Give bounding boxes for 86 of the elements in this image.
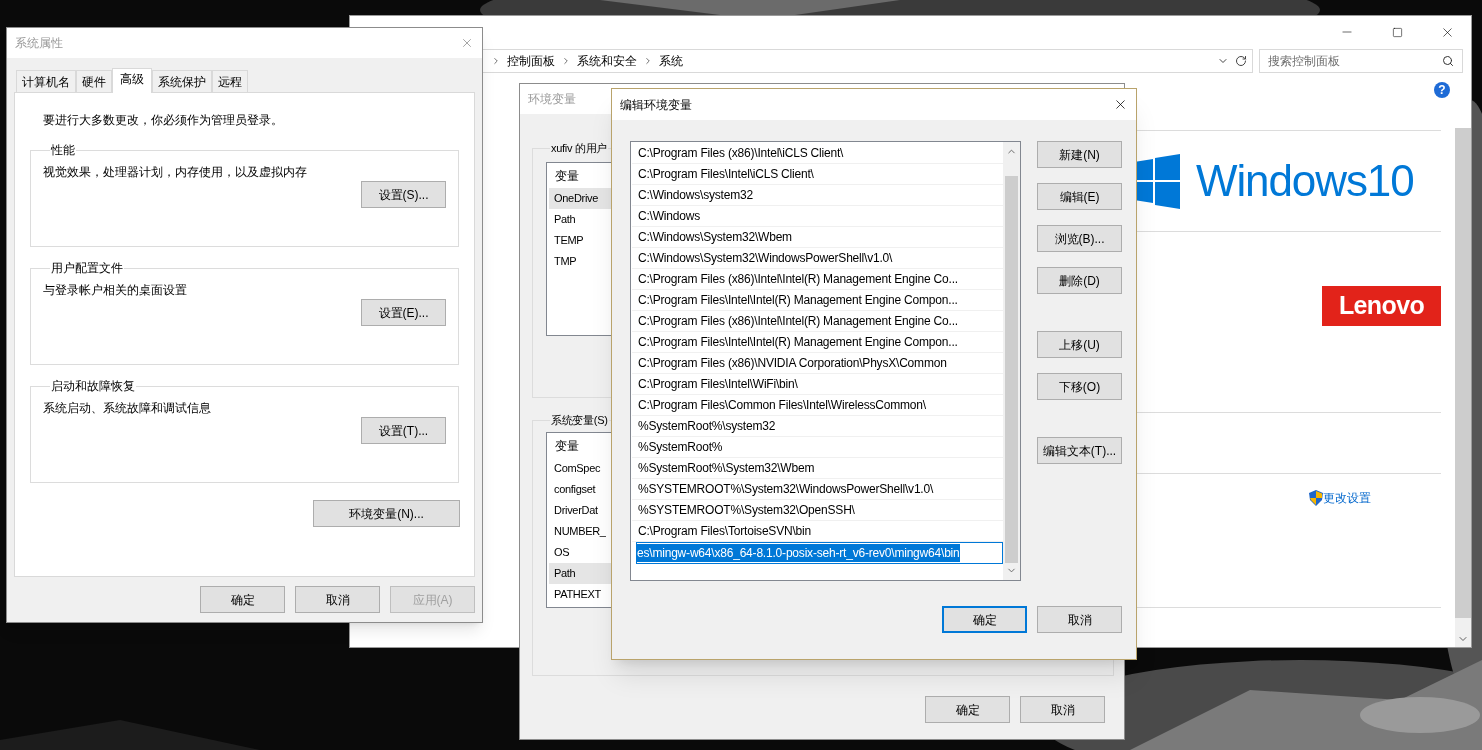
list-entry[interactable]: C:\Program Files (x86)\Intel\Intel(R) Management Engine Co... (632, 269, 1003, 290)
maximize-icon[interactable] (1392, 26, 1403, 38)
path-input-field[interactable]: es\mingw-w64\x86_64-8.1.0-posix-seh-rt_v6-rev0\mingw64\bin (636, 542, 1003, 564)
window-title: 系统属性 (15, 35, 64, 52)
tab[interactable]: 硬件 (76, 70, 112, 92)
dialog-button[interactable]: 确定 (925, 696, 1010, 723)
group-description: 系统启动、系统故障和调试信息 (43, 400, 212, 417)
list-entry[interactable]: C:\Windows\System32\WindowsPowerShell\v1.0\ (632, 248, 1003, 269)
search-icon (1442, 55, 1454, 67)
group-description: 视觉效果，处理器计划，内存使用，以及虚拟内存 (43, 164, 308, 181)
change-settings-link[interactable]: 更改设置 (1323, 489, 1371, 507)
lenovo-logo: Lenovo (1322, 286, 1441, 326)
dialog-button[interactable]: 设置(T)... (361, 417, 446, 444)
list-entry[interactable]: %SYSTEMROOT%\System32\WindowsPowerShell\v1.0\ (632, 479, 1003, 500)
window-title: 编辑环境变量 (620, 96, 693, 114)
list-entry[interactable]: C:\Program Files\Intel\Intel(R) Management Engine Compon... (632, 290, 1003, 311)
list-entry[interactable]: C:\Windows\system32 (632, 185, 1003, 206)
dialog-button[interactable]: 设置(S)... (361, 181, 446, 208)
breadcrumb-item[interactable]: 系统和安全 (577, 52, 637, 70)
scrollbar[interactable] (1455, 128, 1471, 647)
breadcrumb-item[interactable]: 系统 (659, 52, 683, 70)
close-icon[interactable] (1113, 97, 1128, 112)
list-entry[interactable]: %SystemRoot%\System32\Wbem (632, 458, 1003, 479)
list-entry[interactable]: C:\Windows\System32\Wbem (632, 227, 1003, 248)
variable-row[interactable]: configset (549, 478, 612, 500)
dialog-button[interactable]: 确定 (942, 606, 1027, 633)
dialog-button[interactable]: 编辑文本(T)... (1037, 437, 1122, 464)
column-header: 变量 (554, 438, 580, 455)
windows-logo-text: Windows10 (1196, 159, 1414, 203)
dialog-button[interactable]: 新建(N) (1037, 141, 1122, 168)
dialog-button[interactable]: 上移(U) (1037, 331, 1122, 358)
list-entry[interactable]: C:\Program Files (x86)\NVIDIA Corporation\PhysX\Common (632, 353, 1003, 374)
variable-row[interactable]: NUMBER_ (549, 520, 612, 542)
refresh-icon[interactable] (1235, 55, 1247, 67)
list-entry[interactable]: %SYSTEMROOT%\System32\OpenSSH\ (632, 500, 1003, 521)
help-icon[interactable]: ? (1434, 82, 1450, 98)
group-title: 用户配置文件 (50, 260, 124, 277)
tab[interactable]: 系统保护 (152, 70, 212, 92)
variable-row[interactable]: DriverDat (549, 499, 612, 521)
tab[interactable]: 计算机名 (16, 70, 76, 92)
dialog-button[interactable]: 取消 (1020, 696, 1105, 723)
list-entry[interactable]: C:\Program Files\Intel\WiFi\bin\ (632, 374, 1003, 395)
list-entry[interactable]: C:\Windows (632, 206, 1003, 227)
column-header: 变量 (554, 168, 580, 185)
variable-row[interactable]: Path (549, 562, 612, 584)
shield-icon (1309, 490, 1323, 506)
tab[interactable]: 远程 (212, 70, 248, 92)
scrollbar[interactable] (1003, 142, 1020, 580)
list-entry[interactable]: %SystemRoot% (632, 437, 1003, 458)
list-entry[interactable]: C:\Program Files\Intel\iCLS Client\ (632, 164, 1003, 185)
list-entry[interactable]: C:\Program Files (x86)\Intel\Intel(R) Management Engine Co... (632, 311, 1003, 332)
variable-row[interactable]: TEMP (549, 229, 612, 251)
dialog-button[interactable]: 删除(D) (1037, 267, 1122, 294)
variable-row[interactable]: ComSpec (549, 457, 612, 479)
variable-row[interactable]: TMP (549, 250, 612, 272)
environment-variables-button[interactable]: 环境变量(N)... (313, 500, 460, 527)
group-title: xufiv 的用户 (550, 141, 608, 156)
list-entry[interactable]: C:\Program Files\TortoiseSVN\bin (632, 521, 1003, 542)
dialog-button[interactable]: 确定 (200, 586, 285, 613)
dialog-button[interactable]: 下移(O) (1037, 373, 1122, 400)
window-title: 环境变量 (528, 91, 576, 108)
windows-logo-icon (1134, 153, 1180, 209)
chevron-icon (561, 56, 571, 66)
breadcrumb-item[interactable]: 控制面板 (507, 52, 555, 70)
dialog-button[interactable]: 浏览(B)... (1037, 225, 1122, 252)
group-title: 启动和故障恢复 (50, 378, 136, 395)
tab[interactable]: 高级 (112, 68, 152, 93)
list-entry[interactable]: %SystemRoot%\system32 (632, 416, 1003, 437)
list-entry[interactable]: C:\Program Files\Common Files\Intel\WirelessCommon\ (632, 395, 1003, 416)
chevron-icon (491, 56, 501, 66)
variable-row[interactable]: OS (549, 541, 612, 563)
group-title: 性能 (50, 142, 76, 159)
variable-row[interactable]: PATHEXT (549, 583, 612, 605)
admin-notice: 要进行大多数更改，你必须作为管理员登录。 (43, 112, 284, 129)
dialog-button[interactable]: 设置(E)... (361, 299, 446, 326)
group-description: 与登录帐户相关的桌面设置 (43, 282, 188, 299)
variable-row[interactable]: OneDrive (549, 187, 612, 209)
variable-row[interactable]: Path (549, 208, 612, 230)
list-entry[interactable]: C:\Program Files (x86)\Intel\iCLS Client\ (632, 143, 1003, 164)
group-title: 系统变量(S) (550, 413, 609, 428)
dialog-button[interactable]: 编辑(E) (1037, 183, 1122, 210)
dialog-button[interactable]: 取消 (295, 586, 380, 613)
list-entry[interactable]: C:\Program Files\Intel\Intel(R) Management Engine Compon... (632, 332, 1003, 353)
search-field[interactable]: 搜索控制面板 (1259, 49, 1463, 73)
dialog-button[interactable]: 取消 (1037, 606, 1122, 633)
chevron-icon (643, 56, 653, 66)
